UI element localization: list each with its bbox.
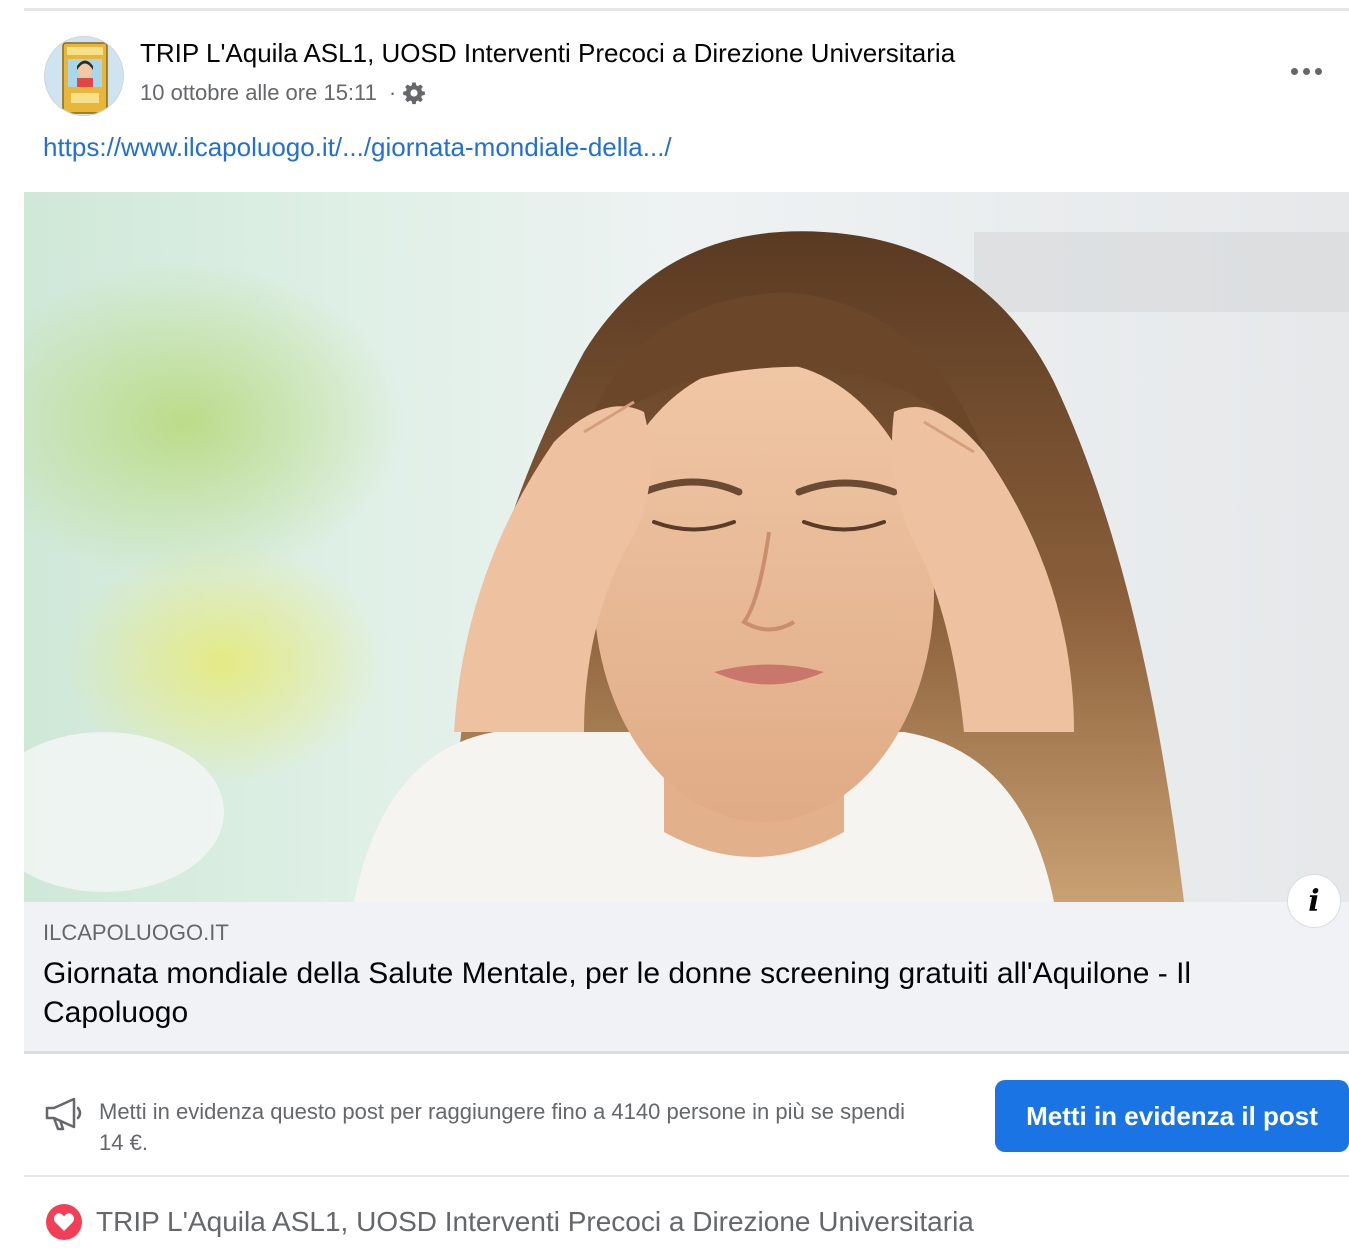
- page-avatar[interactable]: [44, 36, 124, 116]
- megaphone-icon: [44, 1096, 84, 1132]
- info-icon[interactable]: i: [1287, 874, 1341, 928]
- heart-icon[interactable]: [46, 1204, 82, 1240]
- avatar-image: [45, 37, 123, 115]
- bottom-divider: [24, 1175, 1349, 1177]
- more-options-icon[interactable]: [1281, 56, 1331, 86]
- boost-post-button[interactable]: Metti in evidenza il post: [995, 1080, 1349, 1152]
- link-domain: ILCAPOLUOGO.IT: [43, 920, 229, 945]
- reaction-names[interactable]: TRIP L'Aquila ASL1, UOSD Interventi Prec…: [96, 1206, 974, 1238]
- boost-description: Metti in evidenza questo post per raggiu…: [99, 1099, 905, 1155]
- post-link[interactable]: https://www.ilcapoluogo.it/.../giornata-…: [43, 132, 672, 163]
- reactions-summary: TRIP L'Aquila ASL1, UOSD Interventi Prec…: [24, 1200, 1349, 1244]
- top-divider: [24, 8, 1349, 11]
- post-meta: 10 ottobre alle ore 15:11 ·: [140, 80, 426, 106]
- link-preview-card[interactable]: i ILCAPOLUOGO.IT Giornata mondiale della…: [24, 192, 1349, 1054]
- link-title[interactable]: Giornata mondiale della Salute Mentale, …: [43, 954, 1333, 1032]
- link-preview-image[interactable]: [24, 192, 1349, 902]
- gear-icon[interactable]: [402, 81, 426, 105]
- boost-row: Metti in evidenza questo post per raggiu…: [24, 1078, 1349, 1155]
- post-author[interactable]: TRIP L'Aquila ASL1, UOSD Interventi Prec…: [140, 38, 955, 69]
- post-timestamp[interactable]: 10 ottobre alle ore 15:11: [140, 80, 377, 106]
- meta-separator: ·: [388, 80, 397, 105]
- post-header: TRIP L'Aquila ASL1, UOSD Interventi Prec…: [24, 30, 1349, 120]
